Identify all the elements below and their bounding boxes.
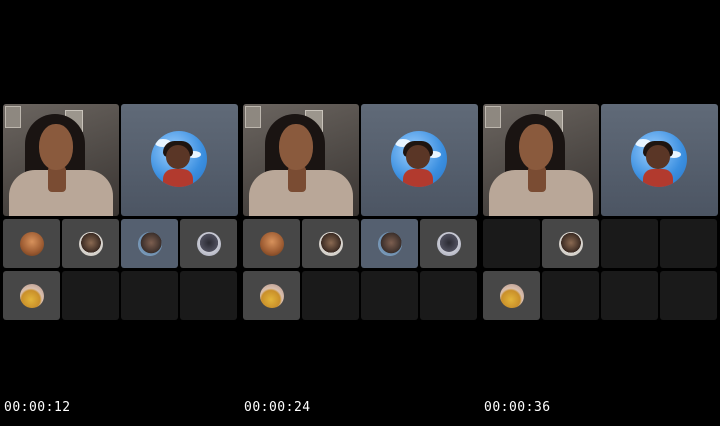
wall-picture bbox=[485, 106, 501, 128]
participant-tile[interactable] bbox=[3, 271, 60, 320]
participant-tile[interactable] bbox=[243, 219, 300, 268]
participant-avatar bbox=[391, 131, 447, 187]
participant-tile[interactable] bbox=[483, 271, 540, 320]
video-tile-main[interactable] bbox=[483, 104, 599, 216]
participant-avatar bbox=[437, 232, 461, 256]
video-tile-avatar[interactable] bbox=[121, 104, 238, 216]
empty-tile bbox=[601, 219, 658, 268]
call-grid-frame-1 bbox=[3, 104, 238, 322]
video-tile-avatar[interactable] bbox=[601, 104, 718, 216]
empty-tile bbox=[601, 271, 658, 320]
participant-avatar bbox=[378, 232, 402, 256]
empty-tile bbox=[660, 271, 717, 320]
empty-tile bbox=[121, 271, 178, 320]
participant-tile[interactable] bbox=[3, 219, 60, 268]
participant-video bbox=[3, 104, 119, 216]
empty-tile bbox=[361, 271, 418, 320]
empty-tile bbox=[302, 271, 359, 320]
participant-tile[interactable] bbox=[180, 219, 237, 268]
call-grid-frame-3 bbox=[483, 104, 718, 322]
participant-video bbox=[243, 104, 359, 216]
participant-tile[interactable] bbox=[420, 219, 477, 268]
timestamp-label: 00:00:36 bbox=[484, 400, 551, 415]
participant-avatar bbox=[260, 284, 284, 308]
wall-picture bbox=[245, 106, 261, 128]
participant-avatar bbox=[500, 284, 524, 308]
empty-tile bbox=[542, 271, 599, 320]
participant-avatar bbox=[138, 232, 162, 256]
participant-tile[interactable] bbox=[62, 219, 119, 268]
participant-avatar bbox=[631, 131, 687, 187]
participant-avatar bbox=[319, 232, 343, 256]
empty-tile bbox=[180, 271, 237, 320]
video-tile-main[interactable] bbox=[3, 104, 119, 216]
wall-picture bbox=[5, 106, 21, 128]
timestamp-label: 00:00:24 bbox=[244, 400, 311, 415]
participant-avatar bbox=[260, 232, 284, 256]
participant-tile[interactable] bbox=[243, 271, 300, 320]
empty-tile bbox=[660, 219, 717, 268]
participant-tile[interactable] bbox=[361, 219, 418, 268]
video-tile-main[interactable] bbox=[243, 104, 359, 216]
participant-avatar bbox=[20, 284, 44, 308]
empty-tile bbox=[420, 271, 477, 320]
video-tile-avatar[interactable] bbox=[361, 104, 478, 216]
participant-video bbox=[483, 104, 599, 216]
call-grid-frame-2 bbox=[243, 104, 478, 322]
participant-avatar bbox=[559, 232, 583, 256]
participant-avatar bbox=[197, 232, 221, 256]
participant-avatar bbox=[20, 232, 44, 256]
empty-tile bbox=[62, 271, 119, 320]
participant-tile[interactable] bbox=[302, 219, 359, 268]
timestamp-label: 00:00:12 bbox=[4, 400, 71, 415]
participant-avatar bbox=[79, 232, 103, 256]
participant-avatar bbox=[151, 131, 207, 187]
participant-tile[interactable] bbox=[542, 219, 599, 268]
participant-tile[interactable] bbox=[121, 219, 178, 268]
empty-tile bbox=[483, 219, 540, 268]
